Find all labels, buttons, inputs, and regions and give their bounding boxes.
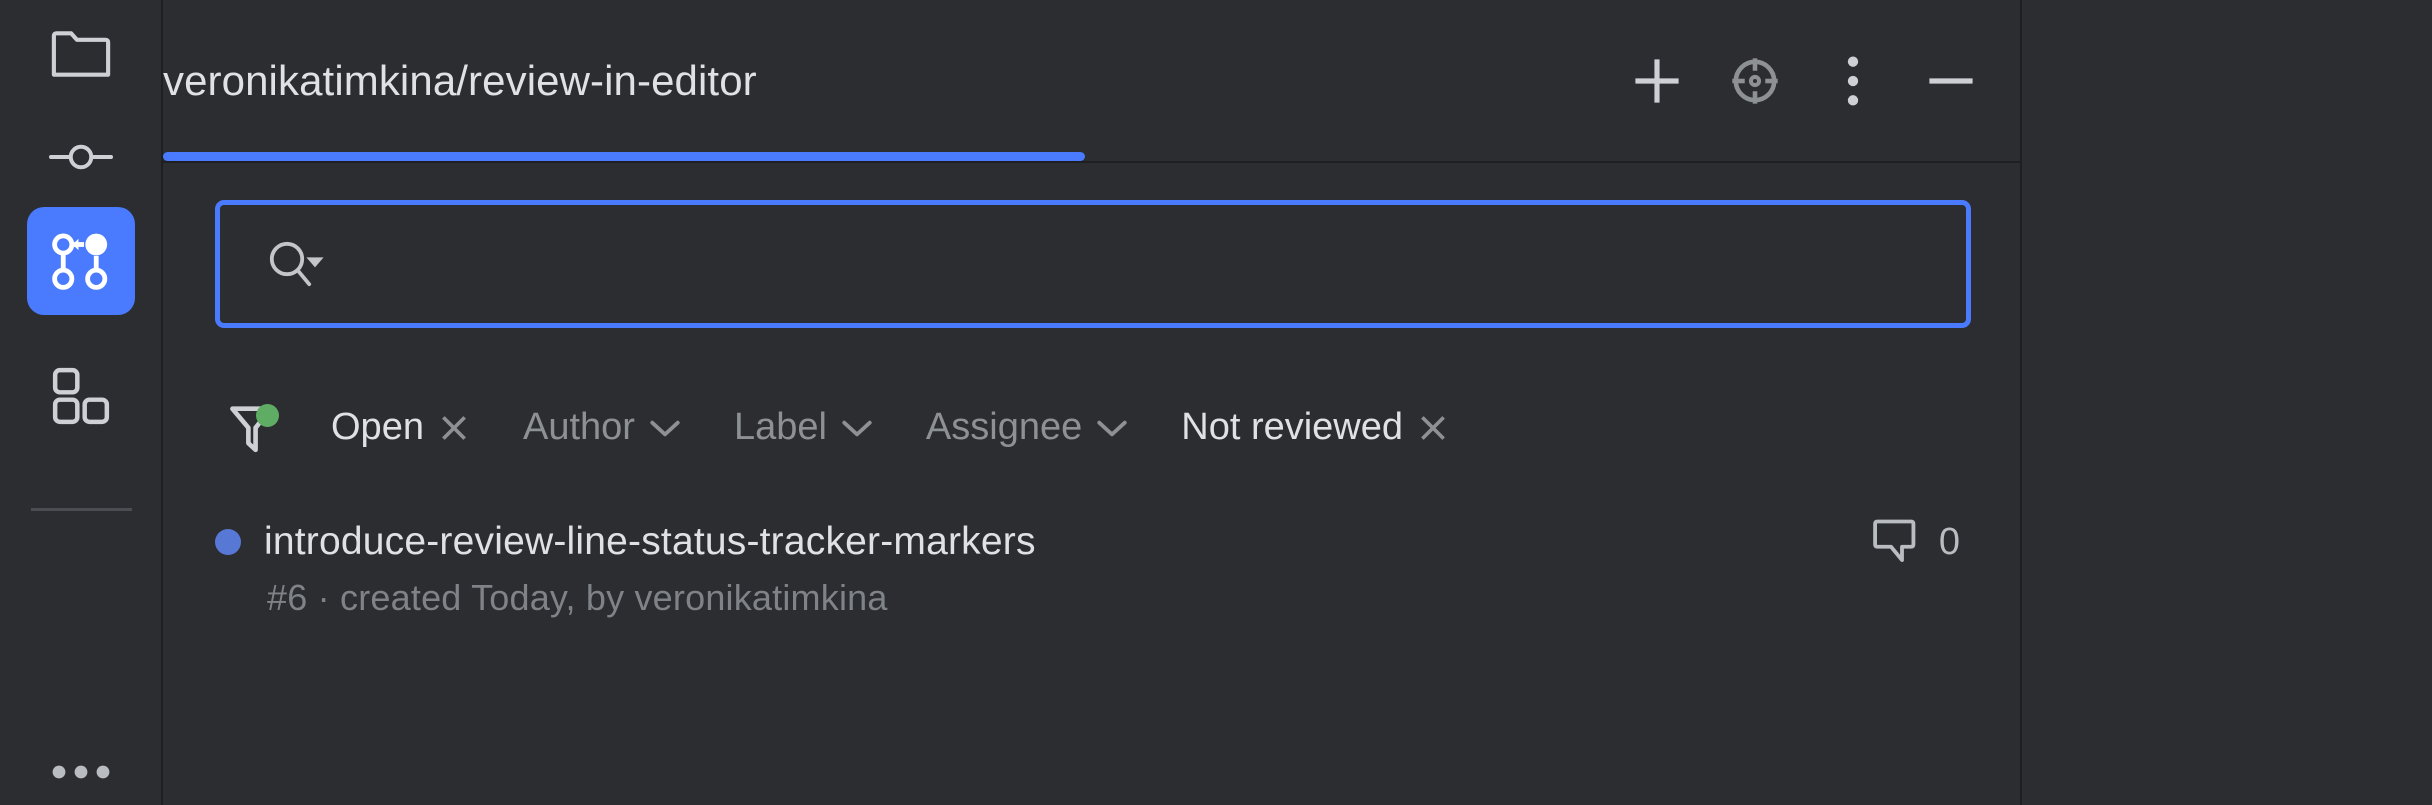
ide-window: veronikatimkina/review-in-editor Open Au…: [0, 0, 2432, 805]
review-meta: #6 · created Today, by veronikatimkina: [267, 577, 888, 618]
add-button[interactable]: [1608, 32, 1706, 130]
comment-bubble-icon: [1872, 518, 1922, 566]
tab-active-indicator: [163, 152, 1085, 161]
chevron-down-icon[interactable]: [840, 417, 874, 439]
code-review-tool-panel: veronikatimkina/review-in-editor Open Au…: [163, 0, 2022, 805]
filter-chip-label: Assignee: [925, 406, 1083, 448]
sidebar-item-plugins[interactable]: [27, 342, 135, 450]
tab-code-review[interactable]: veronikatimkina/review-in-editor: [163, 0, 781, 161]
activity-bar: [0, 0, 163, 805]
chevron-down-icon[interactable]: [1095, 417, 1129, 439]
editor-area[interactable]: [2022, 0, 2432, 805]
minus-icon: [1924, 54, 1978, 108]
filter-chip-author[interactable]: Author: [497, 390, 708, 466]
page-title: veronikatimkina/review-in-editor: [163, 56, 757, 104]
minimize-button[interactable]: [1902, 32, 2000, 130]
review-list: introduce-review-line-status-tracker-mar…: [163, 500, 2020, 805]
sidebar-item-code-review[interactable]: [27, 207, 135, 315]
filter-chip-label: Label: [733, 406, 827, 448]
filter-row: Open Author Label Assignee Not reviewed: [215, 380, 1476, 475]
folder-icon: [50, 29, 112, 79]
search-input[interactable]: [215, 200, 1971, 328]
filter-chip-assignee[interactable]: Assignee: [900, 390, 1155, 466]
plus-icon: [1630, 54, 1684, 108]
filter-active-badge: [256, 403, 279, 427]
status-badge: [215, 529, 241, 555]
sidebar-item-commit[interactable]: [27, 103, 135, 211]
list-item-main-row: introduce-review-line-status-tracker-mar…: [163, 518, 2020, 566]
panel-header-actions: [1608, 0, 2000, 161]
options-button[interactable]: [1804, 32, 1902, 130]
locate-button[interactable]: [1706, 32, 1804, 130]
filter-chip-label: Author: [522, 406, 635, 448]
list-item[interactable]: introduce-review-line-status-tracker-mar…: [163, 500, 2020, 637]
search-field-wrapper[interactable]: [215, 200, 1971, 328]
target-crosshair-icon: [1728, 54, 1782, 108]
code-review-branches-icon: [48, 230, 114, 292]
comment-counter: 0: [1872, 518, 1960, 566]
filter-chip-label: Open: [331, 406, 424, 448]
sidebar-item-project[interactable]: [27, 0, 135, 108]
sidebar-item-more[interactable]: [27, 718, 135, 805]
vertical-dots-icon: [1844, 54, 1862, 108]
panel-header: veronikatimkina/review-in-editor: [163, 0, 2020, 163]
commit-node-icon: [48, 142, 114, 172]
comment-count: 0: [1938, 520, 1960, 563]
filter-chip-label: Not reviewed: [1181, 406, 1404, 448]
close-x-icon[interactable]: [1416, 411, 1450, 445]
filter-chip-label[interactable]: Label: [708, 390, 900, 466]
filter-chip-not-reviewed[interactable]: Not reviewed: [1155, 390, 1476, 466]
filter-chip-open[interactable]: Open: [305, 390, 497, 466]
review-title: introduce-review-line-status-tracker-mar…: [264, 520, 1036, 563]
filter-funnel-button[interactable]: [215, 390, 291, 466]
grid-blocks-icon: [52, 367, 110, 425]
close-x-icon[interactable]: [437, 411, 471, 445]
activity-bar-divider: [31, 508, 132, 511]
chevron-down-icon[interactable]: [648, 417, 682, 439]
ellipsis-icon: [50, 764, 112, 780]
search-dropdown-icon[interactable]: [262, 235, 338, 293]
